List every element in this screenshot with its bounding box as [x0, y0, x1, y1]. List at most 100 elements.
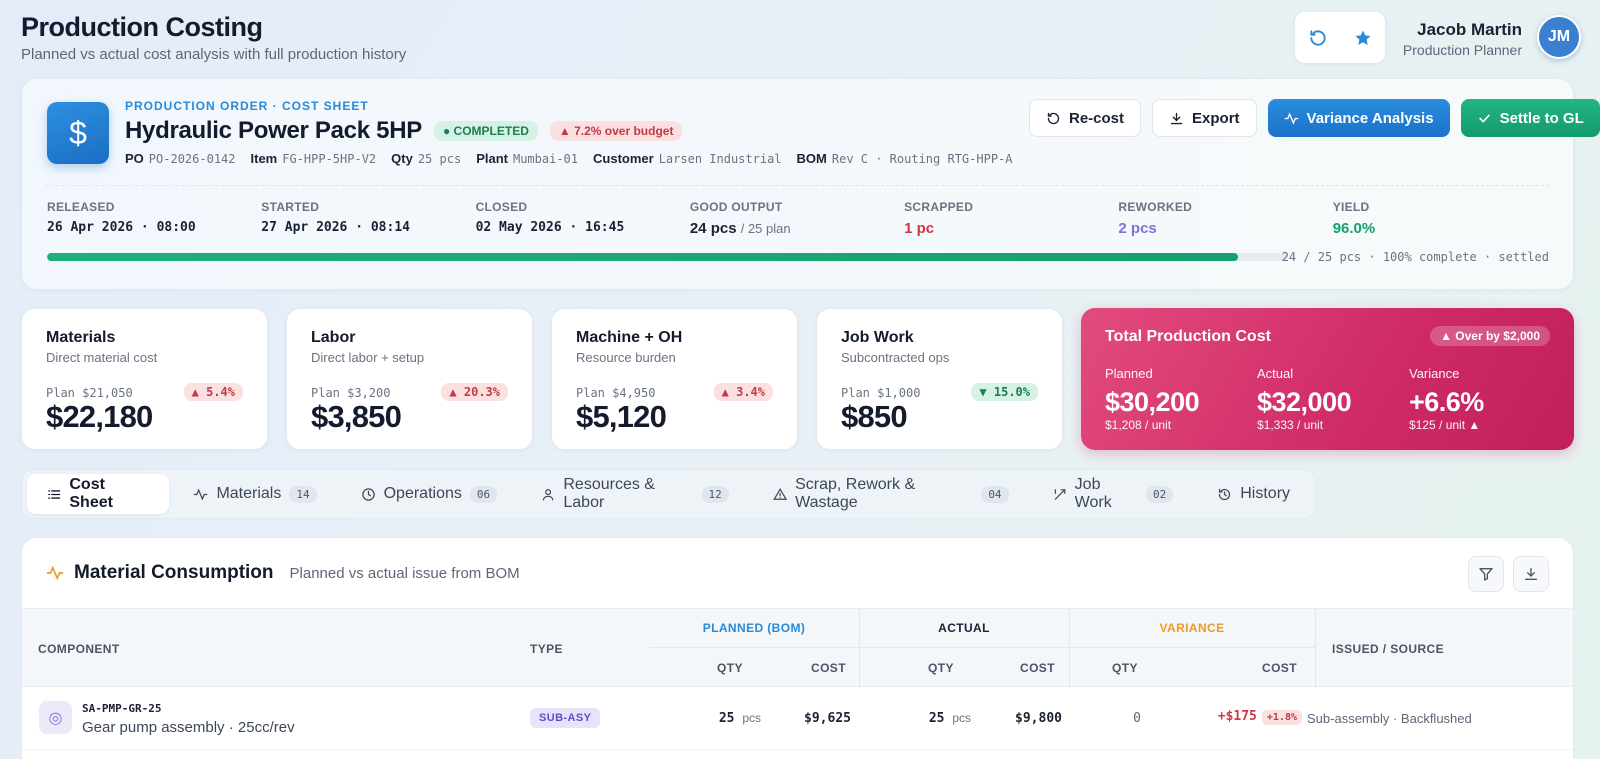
- variance-badge: ▲ 5.4%: [183, 383, 243, 401]
- col-group-variance: VARIANCE: [1069, 609, 1315, 648]
- col-act-cost: COST: [1020, 661, 1055, 675]
- tab-bar: Cost Sheet Materials 14 Operations 06 Reso…: [21, 469, 1316, 519]
- col-var-qty: QTY: [1112, 661, 1138, 675]
- activity-icon: [1284, 111, 1298, 125]
- stat-scrapped: SCRAPPED 1 pc: [904, 200, 974, 237]
- status-badge: ● COMPLETED: [433, 121, 538, 141]
- kpi-labor: Labor Direct labor + setup Plan $3,200 ▲…: [286, 308, 533, 450]
- tab-history[interactable]: History: [1197, 474, 1310, 514]
- col-group-actual: ACTUAL: [859, 609, 1069, 648]
- col-act-qty: QTY: [928, 661, 954, 675]
- order-meta: PO PO-2026-0142 Item FG-HPP-5HP-V2 Qty 25 p…: [125, 151, 1013, 166]
- col-plan-cost: COST: [811, 661, 846, 675]
- user-info: Jacob Martin Production Planner: [1403, 20, 1522, 58]
- avatar[interactable]: JM: [1537, 15, 1581, 59]
- meta-po: PO PO-2026-0142: [125, 151, 236, 166]
- download-icon: [1170, 112, 1183, 124]
- col-group-planned: PLANNED (BOM): [649, 609, 859, 648]
- component-code: SA-PMP-GR-25: [82, 702, 162, 715]
- budget-badge: ▲ 7.2% over budget: [549, 121, 683, 141]
- meta-item: Item FG-HPP-5HP-V2: [250, 151, 377, 166]
- component-name: Gear pump assembly · 25cc/rev: [82, 719, 295, 736]
- variance-badge: ▼ 15.0%: [971, 383, 1038, 401]
- page-subtitle: Planned vs actual cost analysis with ful…: [21, 46, 407, 63]
- actual-qty: 25 pcs: [928, 711, 971, 726]
- download-icon: [1525, 568, 1537, 580]
- variance-qty: 0: [1133, 711, 1141, 726]
- page-header: Production Costing Planned vs actual cos…: [21, 12, 406, 63]
- divider: [46, 185, 1549, 186]
- panel-subtitle: Planned vs actual issue from BOM: [289, 564, 520, 582]
- progress-label: 24 / 25 pcs · 100% complete · settled: [1281, 250, 1549, 264]
- dollar-icon: $: [47, 102, 109, 164]
- download-button[interactable]: [1513, 556, 1549, 592]
- variance-analysis-button[interactable]: Variance Analysis: [1267, 99, 1450, 137]
- kpi-materials: Materials Direct material cost Plan $21,…: [21, 308, 268, 450]
- order-title: Hydraulic Power Pack 5HP: [125, 117, 422, 144]
- filter-button[interactable]: [1468, 556, 1504, 592]
- variance-badge: ▲ 3.4%: [713, 383, 773, 401]
- col-type: TYPE: [530, 642, 563, 656]
- meta-plant: Plant Mumbai-01: [476, 151, 579, 166]
- total-actual: Actual $32,000 $1,333 / unit: [1257, 366, 1352, 432]
- total-variance: Variance +6.6% $125 / unit ▲: [1409, 366, 1484, 432]
- recost-button[interactable]: Re-cost: [1029, 99, 1142, 137]
- order-eyebrow: PRODUCTION ORDER · COST SHEET: [125, 99, 369, 113]
- col-issued-source: ISSUED / SOURCE: [1332, 642, 1445, 656]
- actual-cost: $9,800: [1015, 711, 1062, 726]
- export-button[interactable]: Export: [1152, 99, 1257, 137]
- col-var-cost: COST: [1262, 661, 1297, 675]
- favorite-button[interactable]: [1348, 23, 1378, 53]
- stat-good-output: GOOD OUTPUT 24 pcs / 25 plan: [689, 200, 791, 237]
- table-header: COMPONENT TYPE PLANNED (BOM) ACTUAL VARI…: [22, 608, 1573, 688]
- table-row[interactable]: ◎ SA-PMP-GR-25 Gear pump assembly · 25cc…: [22, 688, 1573, 750]
- activity-icon: [46, 565, 64, 581]
- kpi-job-work: Job Work Subcontracted ops Plan $1,000 ▼…: [816, 308, 1063, 450]
- order-stats: RELEASED 26 Apr 2026 · 08:00 STARTED 27 …: [47, 200, 1547, 237]
- filter-icon: [1479, 568, 1493, 581]
- refresh-button[interactable]: [1303, 23, 1333, 53]
- stat-started: STARTED 27 Apr 2026 · 08:14: [261, 200, 410, 235]
- total-cost-card: Total Production Cost ▲ Over by $2,000 P…: [1081, 308, 1574, 450]
- share-icon: [1054, 488, 1065, 500]
- activity-icon: [194, 488, 208, 500]
- order-card: $ PRODUCTION ORDER · COST SHEET Hydrauli…: [21, 78, 1600, 290]
- plan-qty: 25 pcs: [718, 711, 761, 726]
- tab-operations[interactable]: Operations 06: [341, 474, 518, 514]
- type-badge: SUB-ASY: [530, 708, 601, 728]
- header-actions: [1295, 12, 1385, 63]
- history-icon: [1219, 488, 1231, 500]
- tab-scrap-rework[interactable]: Scrap, Rework & Wastage 04: [753, 474, 1029, 514]
- tab-job-work[interactable]: Job Work 02: [1033, 474, 1194, 514]
- over-budget-badge: ▲ Over by $2,000: [1430, 326, 1550, 346]
- clock-icon: [361, 487, 375, 501]
- stat-released: RELEASED 26 Apr 2026 · 08:00: [47, 200, 196, 235]
- variance-badge: ▲ 20.3%: [441, 383, 508, 401]
- stat-yield: YIELD 96.0%: [1332, 200, 1376, 237]
- user-icon: [542, 488, 554, 500]
- meta-customer: Customer Larsen Industrial: [593, 151, 782, 166]
- star-icon: [1355, 30, 1370, 45]
- progress-bar: [47, 253, 1288, 261]
- material-consumption-panel: Material Consumption Planned vs actual i…: [21, 537, 1574, 759]
- panel-title: Material Consumption: [74, 562, 274, 583]
- tab-resources-labor[interactable]: Resources & Labor 12: [521, 474, 749, 514]
- refresh-icon: [1309, 29, 1326, 46]
- page-title: Production Costing: [21, 12, 263, 42]
- variance-cost: +$175 +1.8%: [1218, 709, 1302, 725]
- meta-qty: Qty 25 pcs: [391, 151, 462, 166]
- stat-reworked: REWORKED 2 pcs: [1118, 200, 1193, 237]
- tab-materials[interactable]: Materials 14: [173, 474, 336, 514]
- stat-closed: CLOSED 02 May 2026 · 16:45: [475, 200, 625, 235]
- target-icon: ◎: [39, 701, 72, 734]
- tab-cost-sheet[interactable]: Cost Sheet: [27, 474, 170, 514]
- col-component: COMPONENT: [38, 642, 120, 656]
- plan-cost: $9,625: [804, 711, 851, 726]
- check-icon: [1478, 114, 1490, 123]
- meta-bom: BOM Rev C · Routing RTG-HPP-A: [796, 151, 1013, 166]
- settle-gl-button[interactable]: Settle to GL: [1460, 99, 1600, 137]
- user-name: Jacob Martin: [1417, 20, 1522, 39]
- progress-fill: [47, 253, 1239, 261]
- total-planned: Planned $30,200 $1,208 / unit: [1105, 366, 1200, 432]
- user-role: Production Planner: [1402, 42, 1522, 58]
